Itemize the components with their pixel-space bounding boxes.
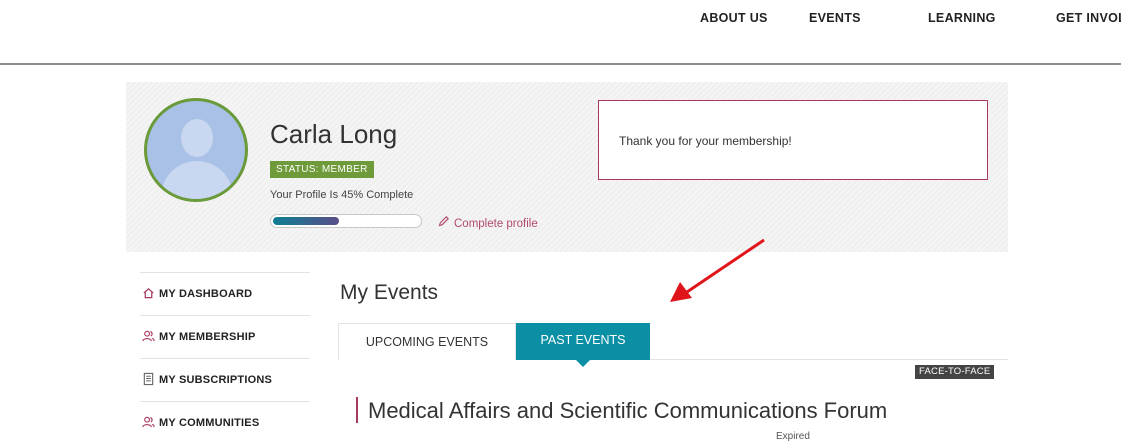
- nav-events[interactable]: EVENTS: [809, 11, 861, 25]
- annotation-arrow-icon: [670, 238, 765, 302]
- complete-profile-link[interactable]: Complete profile: [438, 215, 538, 230]
- sidebar-item-label: MY COMMUNITIES: [159, 417, 260, 429]
- complete-profile-label: Complete profile: [454, 218, 538, 230]
- page-title: My Events: [340, 281, 439, 304]
- users-icon: [142, 416, 155, 428]
- document-icon: [143, 372, 154, 386]
- profile-completion-text: Your Profile Is 45% Complete: [270, 189, 414, 201]
- sidebar-item-dashboard[interactable]: MY DASHBOARD: [140, 272, 310, 315]
- profile-progress-bar: [270, 214, 422, 228]
- event-type-badge: FACE-TO-FACE: [915, 365, 995, 379]
- nav-get-involved[interactable]: GET INVOLVED: [1056, 11, 1121, 25]
- membership-notice-text: Thank you for your membership!: [619, 134, 792, 148]
- tab-past-events-label: PAST EVENTS: [540, 333, 626, 347]
- tab-past-events[interactable]: PAST EVENTS: [516, 323, 650, 367]
- nav-divider: [0, 63, 1121, 65]
- progress-fill: [273, 217, 339, 225]
- avatar-body-icon: [161, 161, 233, 199]
- event-title[interactable]: Medical Affairs and Scientific Communica…: [368, 398, 887, 424]
- nav-learning[interactable]: LEARNING: [928, 11, 996, 25]
- users-icon: [142, 330, 155, 342]
- sidebar-item-communities[interactable]: MY COMMUNITIES: [140, 401, 310, 444]
- home-icon: [143, 288, 154, 299]
- sidebar-item-label: MY MEMBERSHIP: [159, 331, 256, 343]
- top-navigation: ABOUT US EVENTS LEARNING GET INVOLVED: [0, 0, 1121, 64]
- status-badge: STATUS: MEMBER: [270, 161, 374, 178]
- event-status: Expired: [776, 431, 810, 442]
- active-tab-caret-icon: [576, 360, 590, 367]
- sidebar-item-label: MY DASHBOARD: [159, 288, 253, 300]
- nav-about-us[interactable]: ABOUT US: [700, 11, 768, 25]
- pencil-icon: [438, 216, 449, 227]
- membership-notice: Thank you for your membership!: [598, 100, 988, 180]
- avatar: [144, 98, 248, 202]
- event-accent-bar: [356, 397, 358, 423]
- sidebar-item-subscriptions[interactable]: MY SUBSCRIPTIONS: [140, 358, 310, 401]
- sidebar-item-label: MY SUBSCRIPTIONS: [159, 374, 273, 386]
- sidebar-item-membership[interactable]: MY MEMBERSHIP: [140, 315, 310, 358]
- sidebar: MY DASHBOARD MY MEMBERSHIP MY SUBSCRIPTI…: [140, 272, 310, 444]
- tab-upcoming-events[interactable]: UPCOMING EVENTS: [338, 323, 516, 360]
- profile-name: Carla Long: [270, 119, 398, 149]
- avatar-head-icon: [181, 119, 213, 157]
